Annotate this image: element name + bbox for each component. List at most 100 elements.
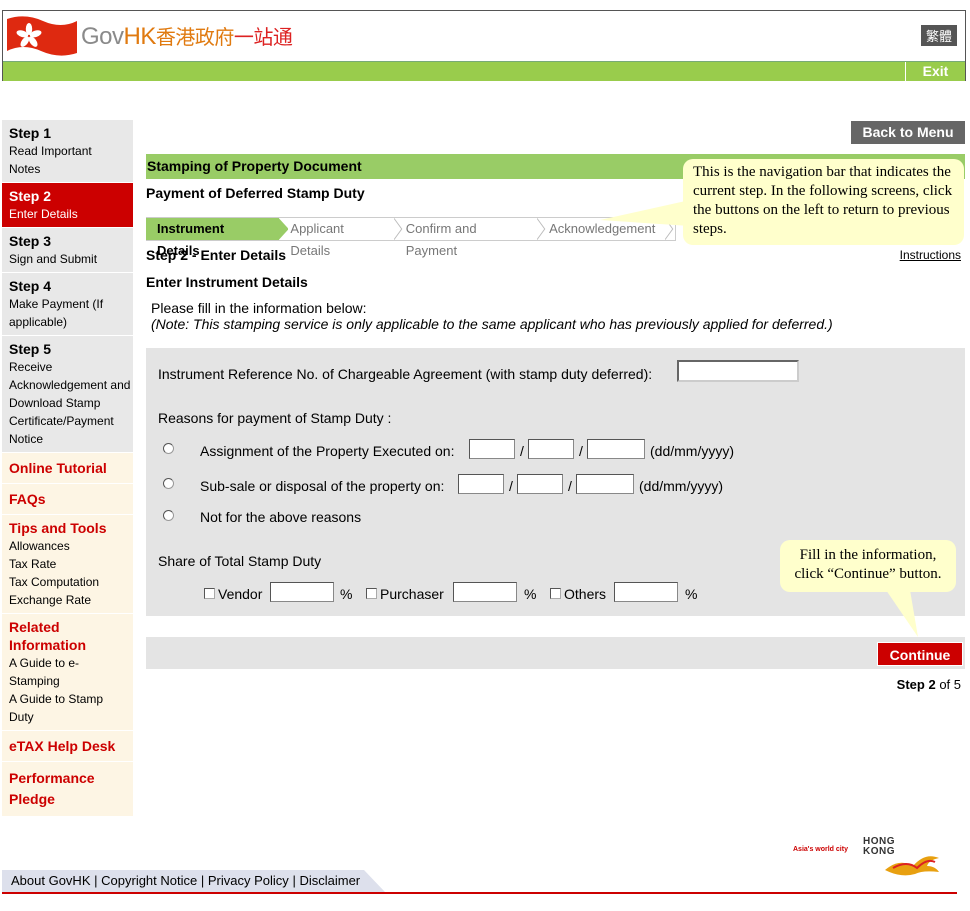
sidebar-item-online-tutorial[interactable]: Online Tutorial xyxy=(2,453,133,484)
footer-privacy-link[interactable]: Privacy Policy xyxy=(208,873,289,888)
footer-copyright-link[interactable]: Copyright Notice xyxy=(101,873,197,888)
reason-none-radio[interactable] xyxy=(163,510,174,521)
page-subtitle: Payment of Deferred Stamp Duty xyxy=(146,185,365,201)
chevron-right-icon xyxy=(278,218,289,240)
reason-none-label: Not for the above reasons xyxy=(200,509,362,525)
step-nav-confirm-payment: Confirm and Payment xyxy=(405,221,477,258)
continue-button[interactable]: Continue xyxy=(877,642,963,666)
vendor-label: Vendor xyxy=(218,586,263,602)
dragon-icon xyxy=(885,856,939,876)
footer-separator: | xyxy=(292,873,296,888)
page-footer: About GovHK | Copyright Notice | Privacy… xyxy=(2,870,385,892)
sidebar-item-faqs[interactable]: FAQs xyxy=(2,484,133,515)
sidebar-step-title: Step 3 xyxy=(9,233,52,249)
nav-bar-tooltip: This is the navigation bar that indicate… xyxy=(683,159,964,245)
logo-band: GovHK香港政府一站通 繁體 xyxy=(3,11,965,61)
continue-bar: Continue xyxy=(146,637,965,669)
step-counter-suffix: of 5 xyxy=(939,677,961,692)
sidebar-step-title: Step 1 xyxy=(9,125,52,141)
govhk-logo[interactable]: GovHK香港政府一站通 xyxy=(81,21,293,51)
sidebar-step-text: Receive Acknowledgement and Download Sta… xyxy=(9,360,131,446)
sidebar-step-text: Sign and Submit xyxy=(9,252,98,266)
logo-chinese-text-red: 一站通 xyxy=(233,27,293,49)
footer-separator: | xyxy=(94,873,98,888)
date-separator: / xyxy=(509,478,513,494)
step-counter: Step 2 of 5 xyxy=(897,677,961,692)
percent-sign: % xyxy=(524,586,537,602)
back-to-menu-button[interactable]: Back to Menu xyxy=(851,121,965,144)
date-format-hint: (dd/mm/yyyy) xyxy=(650,443,734,459)
footer-about-link[interactable]: About GovHK xyxy=(11,873,91,888)
subsale-day-input[interactable] xyxy=(458,474,504,494)
sidebar-item-etax[interactable]: eTAX Help Desk xyxy=(2,731,133,762)
sidebar-link-guide-e-stamping[interactable]: A Guide to e-Stamping xyxy=(9,654,89,690)
sidebar: Step 1 Read Important Notes Step 2 Enter… xyxy=(2,120,133,817)
assignment-year-input[interactable] xyxy=(587,439,645,459)
percent-sign: % xyxy=(685,586,698,602)
exit-button[interactable]: Exit xyxy=(905,62,965,81)
fill-info-text: Please fill in the information below: (N… xyxy=(151,300,833,332)
sidebar-step-text: Make Payment (If applicable) xyxy=(9,297,104,329)
sidebar-item-step4[interactable]: Step 4 Make Payment (If applicable) xyxy=(2,273,133,336)
sidebar-step-text: Enter Details xyxy=(9,207,78,221)
share-label: Share of Total Stamp Duty xyxy=(158,553,322,569)
language-toggle-button[interactable]: 繁體 xyxy=(920,25,957,46)
step-counter-current: 2 xyxy=(928,677,936,692)
others-share-input[interactable] xyxy=(614,582,678,602)
page-header: GovHK香港政府一站通 繁體 Exit xyxy=(2,10,966,81)
vendor-share-input[interactable] xyxy=(270,582,334,602)
date-separator: / xyxy=(568,478,572,494)
sidebar-section-title: Related Information xyxy=(9,619,86,653)
sidebar-item-performance-pledge[interactable]: Performance Pledge xyxy=(2,762,133,817)
reason-subsale-radio[interactable] xyxy=(163,478,174,489)
date-separator: / xyxy=(579,443,583,459)
brand-tagline: Asia's world city xyxy=(793,846,848,853)
purchaser-label: Purchaser xyxy=(380,586,444,602)
fill-note-line: (Note: This stamping service is only app… xyxy=(151,316,833,332)
subsale-month-input[interactable] xyxy=(517,474,563,494)
ref-no-input[interactable] xyxy=(677,360,799,382)
sidebar-link-tax-computation[interactable]: Tax Computation xyxy=(9,573,126,591)
fill-info-tooltip: Fill in the information, click “Continue… xyxy=(780,540,956,592)
sidebar-item-step3[interactable]: Step 3 Sign and Submit xyxy=(2,228,133,273)
chevron-right-icon xyxy=(537,218,546,240)
sidebar-link-label: FAQs xyxy=(9,491,46,507)
sidebar-link-allowances[interactable]: Allowances xyxy=(9,537,126,555)
vendor-checkbox[interactable] xyxy=(204,588,215,599)
fill-info-line: Please fill in the information below: xyxy=(151,300,367,316)
sidebar-link-label: Performance Pledge xyxy=(9,770,95,807)
sidebar-item-step1[interactable]: Step 1 Read Important Notes xyxy=(2,120,133,183)
date-format-hint: (dd/mm/yyyy) xyxy=(639,478,723,494)
assignment-month-input[interactable] xyxy=(528,439,574,459)
reason-subsale-label: Sub-sale or disposal of the property on: xyxy=(200,478,445,494)
others-checkbox[interactable] xyxy=(550,588,561,599)
purchaser-checkbox[interactable] xyxy=(366,588,377,599)
sidebar-item-step5[interactable]: Step 5 Receive Acknowledgement and Downl… xyxy=(2,336,133,453)
chevron-right-icon xyxy=(394,218,403,240)
sidebar-link-guide-stamp-duty[interactable]: A Guide to Stamp Duty xyxy=(9,690,121,726)
reason-assignment-radio[interactable] xyxy=(163,443,174,454)
sidebar-item-step2[interactable]: Step 2 Enter Details xyxy=(2,183,133,228)
sidebar-step-title: Step 5 xyxy=(9,341,52,357)
footer-divider xyxy=(2,892,957,894)
assignment-day-input[interactable] xyxy=(469,439,515,459)
footer-separator: | xyxy=(200,873,205,888)
sidebar-link-label: Online Tutorial xyxy=(9,460,107,476)
instructions-link[interactable]: Instructions xyxy=(900,248,961,262)
reason-assignment-label: Assignment of the Property Executed on: xyxy=(200,443,455,459)
sidebar-section-title: Tips and Tools xyxy=(9,520,107,536)
sidebar-link-label: eTAX Help Desk xyxy=(9,738,116,754)
logo-hk-text: HK xyxy=(123,23,157,50)
sidebar-section-related: Related Information A Guide to e-Stampin… xyxy=(2,614,133,731)
sidebar-step-text: Read Important Notes xyxy=(9,144,92,176)
sidebar-link-exchange-rate[interactable]: Exchange Rate xyxy=(9,591,126,609)
brand-hong-kong-logo: Asia's world city HONG KONG xyxy=(793,836,943,878)
sidebar-link-tax-rate[interactable]: Tax Rate xyxy=(9,555,126,573)
step-heading: Step 2 - Enter Details xyxy=(146,247,287,263)
footer-disclaimer-link[interactable]: Disclaimer xyxy=(299,873,360,888)
others-label: Others xyxy=(564,586,607,602)
subsale-year-input[interactable] xyxy=(576,474,634,494)
purchaser-share-input[interactable] xyxy=(453,582,517,602)
percent-sign: % xyxy=(340,586,353,602)
section-heading: Enter Instrument Details xyxy=(146,274,308,290)
